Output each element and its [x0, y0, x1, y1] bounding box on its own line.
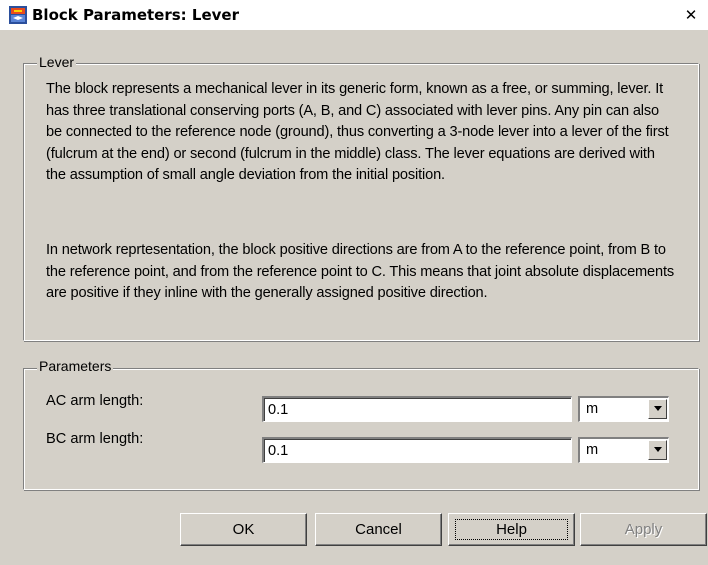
lever-description-paragraph-1: The block represents a mechanical lever …	[46, 81, 669, 184]
chevron-down-icon[interactable]	[648, 399, 667, 419]
block-parameters-dialog: Block Parameters: Lever ✕ Lever The bloc…	[0, 0, 708, 565]
ac-arm-length-label: AC arm length:	[46, 393, 144, 409]
apply-button-label: Apply	[624, 521, 663, 538]
help-button-label: Help	[455, 519, 568, 540]
lever-group-label: Lever	[37, 54, 77, 70]
ac-arm-length-input[interactable]	[262, 396, 572, 422]
cancel-button-label: Cancel	[355, 521, 402, 538]
ok-button[interactable]: OK	[180, 513, 307, 546]
close-icon[interactable]: ✕	[682, 6, 700, 24]
apply-button[interactable]: Apply	[580, 513, 707, 546]
lever-description-paragraph-2: In network reprtesentation, the block po…	[46, 242, 675, 302]
help-button[interactable]: Help	[448, 513, 575, 546]
simulink-block-icon	[8, 5, 28, 25]
ac-arm-length-unit-select[interactable]: m	[578, 396, 669, 422]
chevron-down-icon[interactable]	[648, 440, 667, 460]
window-title: Block Parameters: Lever	[32, 6, 239, 24]
bc-arm-length-unit-select[interactable]: m	[578, 437, 669, 463]
ac-arm-length-unit-value: m	[586, 401, 599, 417]
bc-arm-length-input[interactable]	[262, 437, 572, 463]
parameters-groupbox	[23, 368, 699, 490]
cancel-button[interactable]: Cancel	[315, 513, 442, 546]
title-bar[interactable]: Block Parameters: Lever ✕	[0, 0, 708, 30]
bc-arm-length-label: BC arm length:	[46, 431, 144, 447]
ok-button-label: OK	[232, 521, 255, 538]
bc-arm-length-unit-value: m	[586, 442, 599, 458]
parameters-group-label: Parameters	[37, 358, 114, 374]
